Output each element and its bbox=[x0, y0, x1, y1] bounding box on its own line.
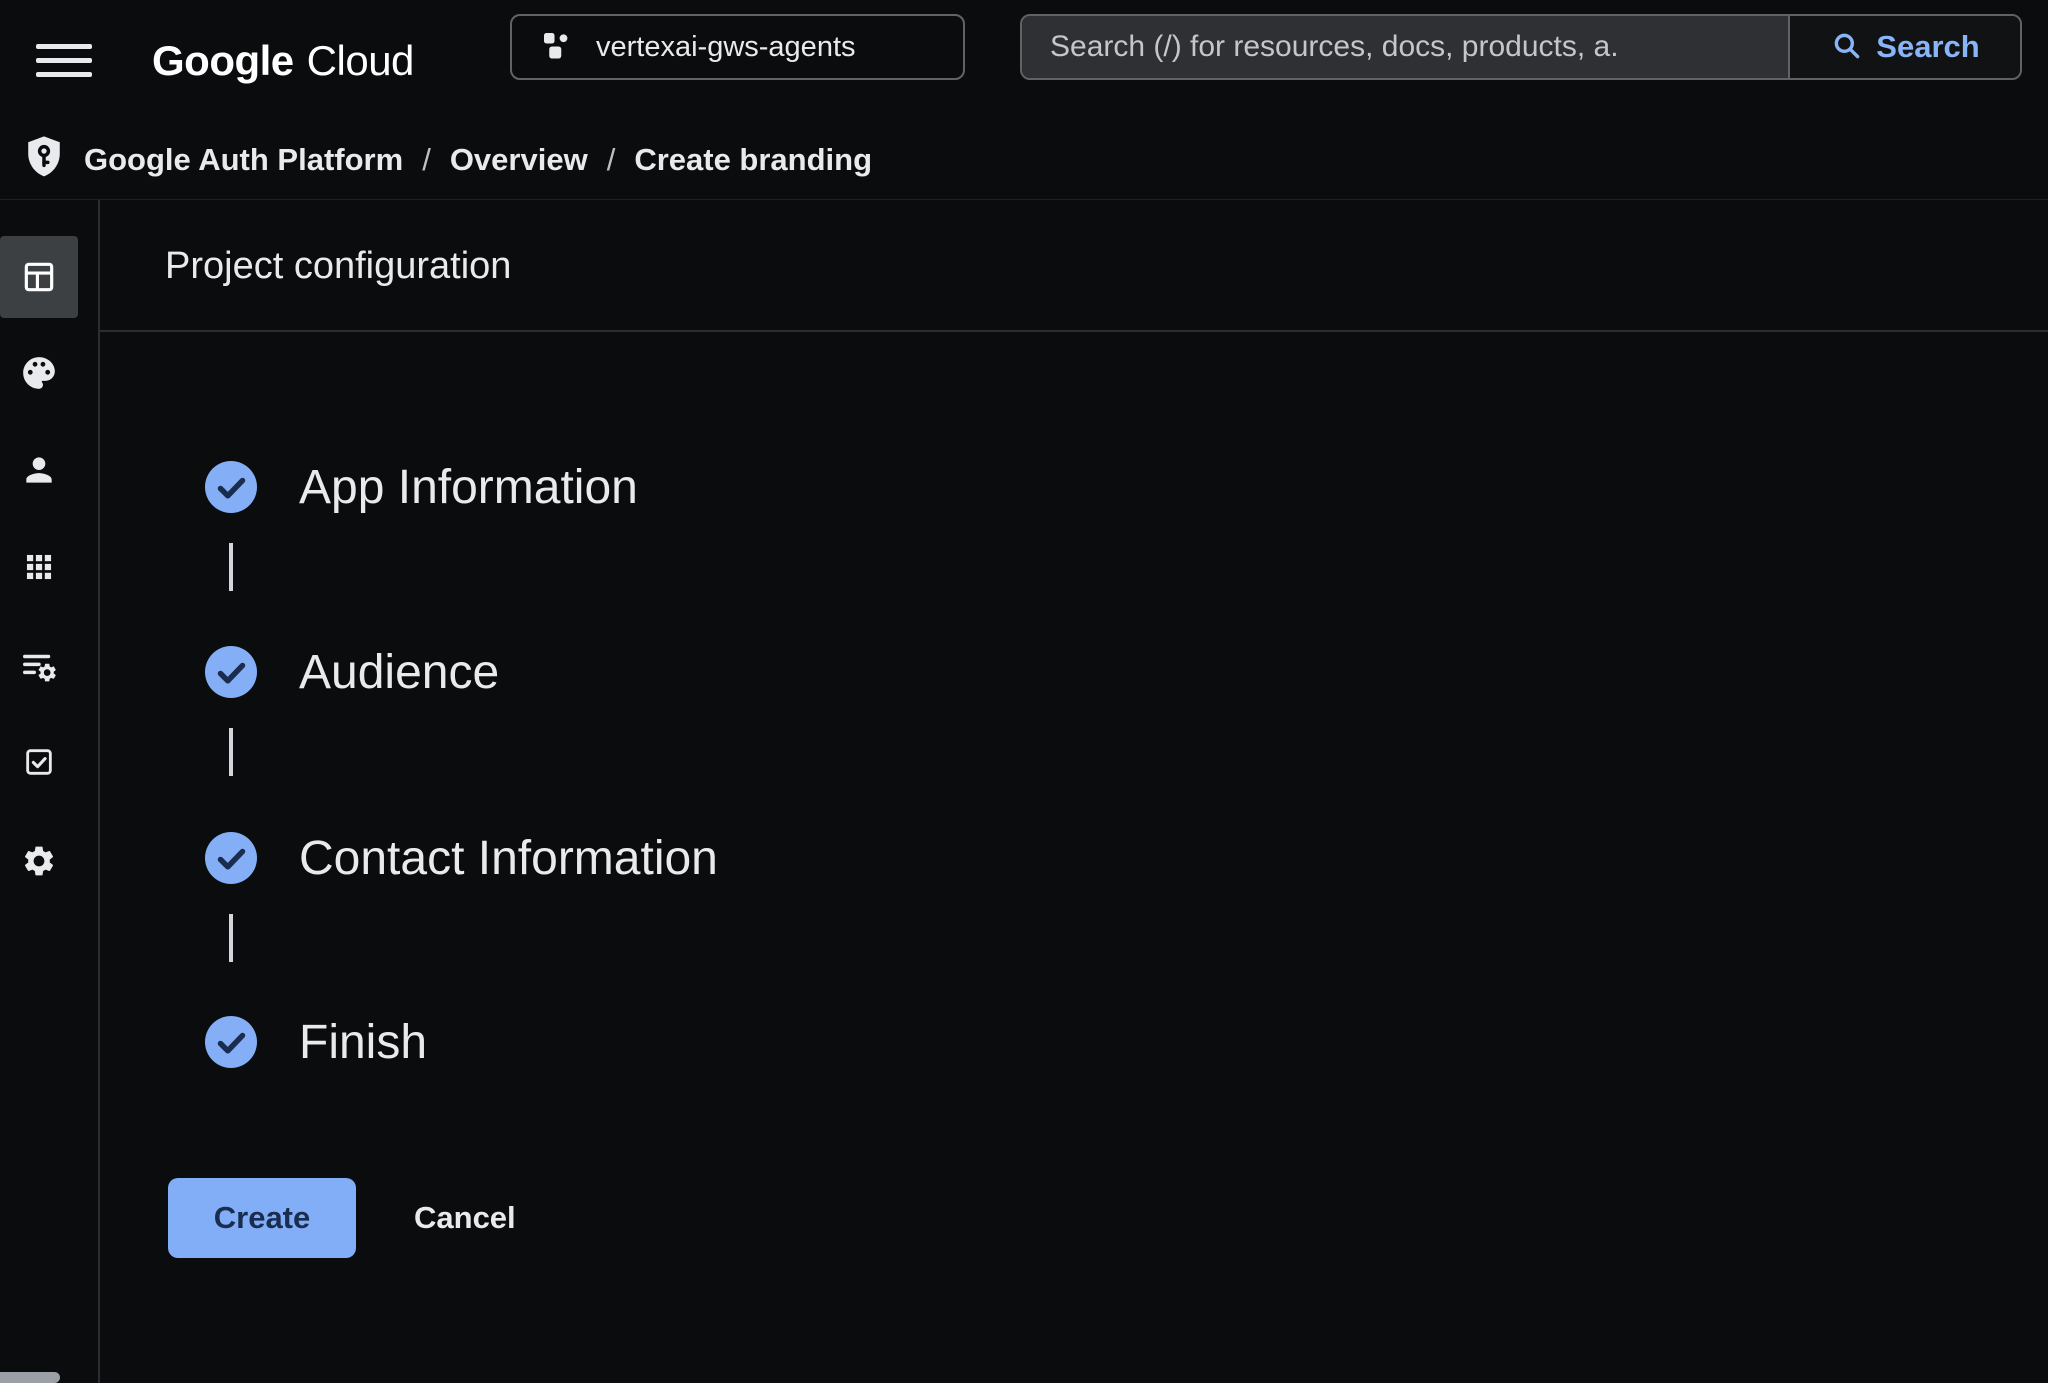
sidebar-item-verification[interactable] bbox=[0, 721, 78, 803]
search-bar-group: Search bbox=[1020, 14, 2022, 80]
breadcrumb-item-overview[interactable]: Overview bbox=[450, 142, 588, 178]
checkbox-icon bbox=[22, 745, 56, 779]
list-gear-icon bbox=[20, 647, 58, 685]
left-sidebar bbox=[0, 200, 100, 1383]
step-finish[interactable]: Finish bbox=[205, 1010, 427, 1074]
palette-icon bbox=[20, 354, 58, 392]
step-complete-icon bbox=[205, 646, 257, 698]
page-title: Project configuration bbox=[165, 200, 511, 332]
sidebar-item-clients[interactable] bbox=[0, 526, 78, 608]
search-icon bbox=[1830, 29, 1864, 66]
google-cloud-logo[interactable]: Google Cloud bbox=[152, 0, 414, 121]
step-connector bbox=[229, 914, 233, 962]
breadcrumb-item-create-branding: Create branding bbox=[634, 142, 872, 178]
breadcrumb-bar: Google Auth Platform / Overview / Create… bbox=[0, 121, 2048, 200]
sidebar-item-audience[interactable] bbox=[0, 429, 78, 511]
step-label: App Information bbox=[299, 460, 638, 515]
search-button[interactable]: Search bbox=[1788, 16, 2020, 78]
gcp-console-screen: Google Cloud vertexai-gws-agents bbox=[0, 0, 2048, 1383]
logo-google-text: Google bbox=[152, 37, 294, 85]
breadcrumb: Google Auth Platform / Overview / Create… bbox=[84, 142, 872, 178]
hamburger-menu-icon[interactable] bbox=[36, 33, 96, 88]
step-complete-icon bbox=[205, 1016, 257, 1068]
sidebar-item-branding[interactable] bbox=[0, 332, 78, 414]
step-label: Audience bbox=[299, 645, 499, 700]
create-button[interactable]: Create bbox=[168, 1178, 356, 1258]
search-input[interactable] bbox=[1022, 16, 1788, 78]
step-app-information[interactable]: App Information bbox=[205, 455, 638, 519]
sidebar-scrollbar[interactable] bbox=[0, 1372, 60, 1383]
search-button-label: Search bbox=[1876, 29, 1979, 65]
dashboard-icon bbox=[20, 258, 58, 296]
cancel-button[interactable]: Cancel bbox=[408, 1178, 522, 1258]
auth-platform-shield-key-icon bbox=[22, 134, 66, 187]
breadcrumb-item-auth-platform[interactable]: Google Auth Platform bbox=[84, 142, 403, 178]
apps-grid-icon bbox=[22, 550, 56, 584]
top-header: Google Cloud vertexai-gws-agents bbox=[0, 0, 2048, 121]
step-label: Finish bbox=[299, 1015, 427, 1070]
step-audience[interactable]: Audience bbox=[205, 640, 499, 704]
step-complete-icon bbox=[205, 461, 257, 513]
breadcrumb-separator: / bbox=[607, 142, 616, 178]
project-selector-value: vertexai-gws-agents bbox=[596, 31, 856, 64]
step-label: Contact Information bbox=[299, 831, 718, 886]
sidebar-item-data-access[interactable] bbox=[0, 625, 78, 707]
sidebar-item-overview[interactable] bbox=[0, 236, 78, 318]
person-icon bbox=[20, 451, 58, 489]
step-connector bbox=[229, 728, 233, 776]
step-complete-icon bbox=[205, 832, 257, 884]
sidebar-item-settings[interactable] bbox=[0, 820, 78, 902]
logo-cloud-text: Cloud bbox=[307, 37, 414, 85]
gear-icon bbox=[21, 843, 57, 879]
step-connector bbox=[229, 543, 233, 591]
title-divider bbox=[100, 330, 2048, 332]
breadcrumb-separator: / bbox=[422, 142, 431, 178]
project-selector[interactable]: vertexai-gws-agents bbox=[510, 14, 965, 80]
project-cluster-icon bbox=[538, 27, 574, 68]
step-contact-information[interactable]: Contact Information bbox=[205, 826, 718, 890]
